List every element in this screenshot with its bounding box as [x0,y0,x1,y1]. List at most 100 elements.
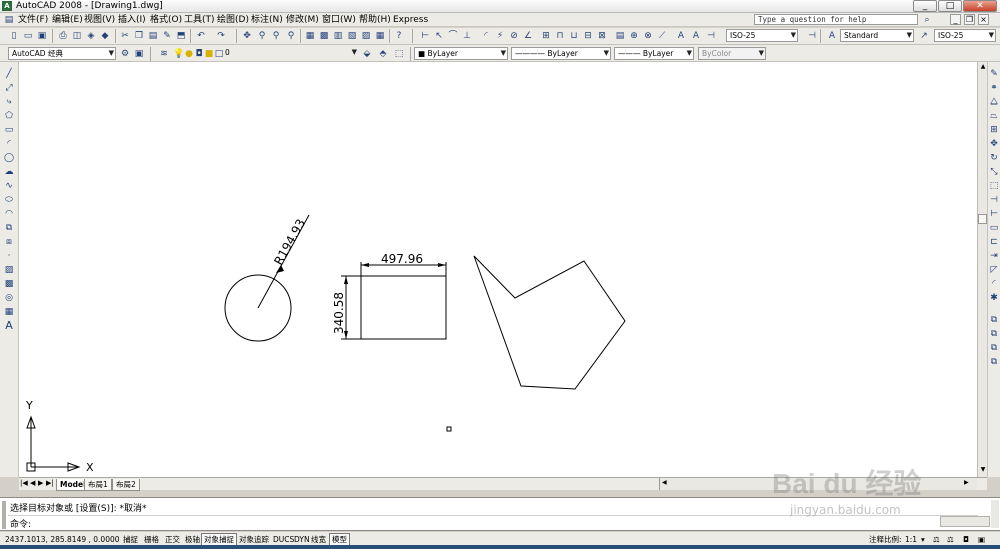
command-prompt[interactable]: 命令: [10,517,31,530]
help-icon[interactable]: ? [393,30,405,42]
scale-icon[interactable]: ⤡ [988,166,1000,178]
ellipse-icon[interactable]: ⬭ [3,194,15,206]
circle-icon[interactable]: ◯ [3,152,15,164]
line-icon[interactable]: ╱ [3,68,15,80]
menu-format[interactable]: 格式(O) [150,14,182,26]
tab-first-icon[interactable]: |◀ [20,479,28,487]
redo-icon[interactable]: ↷ [215,30,227,42]
sheet-set-icon[interactable]: ▧ [346,30,358,42]
3d-dwf-icon[interactable]: ◆ [99,30,111,42]
dim-update-icon[interactable]: ⊣ [705,30,717,42]
fillet-icon[interactable]: ◜ [988,278,1000,290]
workspace-settings-icon[interactable]: ⚙ [119,48,131,60]
workspace-select[interactable]: AutoCAD 经典 ▼ [8,47,116,60]
menu-draw[interactable]: 绘图(D) [217,14,249,26]
mleader-style-select[interactable]: ISO-25 ▼ [934,29,996,42]
draworder-front-icon[interactable]: ⧉ [988,314,1000,326]
erase-icon[interactable]: ✎ [988,68,1000,80]
point-icon[interactable]: · [3,250,15,262]
layer-manager-icon[interactable]: ≋ [158,48,170,60]
tab-layout1[interactable]: 布局1 [84,479,112,491]
zoom-previous-icon[interactable]: ⚲ [285,30,297,42]
menu-modify[interactable]: 修改(M) [286,14,319,26]
polygon-icon[interactable]: ⬠ [3,110,15,122]
explode-icon[interactable]: ✱ [988,292,1000,304]
menu-dimension[interactable]: 标注(N) [251,14,283,26]
draworder-under-icon[interactable]: ⧉ [988,356,1000,368]
menu-insert[interactable]: 插入(I) [118,14,146,26]
dim-radius-icon[interactable]: ◜ [480,30,492,42]
close-button[interactable]: ✕ [963,0,997,12]
tab-layout2[interactable]: 布局2 [112,479,140,491]
menu-window[interactable]: 窗口(W) [322,14,356,26]
block-editor-icon[interactable]: ⬒ [175,30,187,42]
help-search-input[interactable]: Type a question for help [754,14,918,25]
tolerance-icon[interactable]: ▤ [614,30,626,42]
dim-style-icon[interactable]: ⊣ [806,30,818,42]
linetype-select[interactable]: ———— ByLayer ▼ [511,47,611,60]
text-style-icon[interactable]: A [826,30,838,42]
trim-icon[interactable]: ⊣ [988,194,1000,206]
paste-icon[interactable]: ▤ [147,30,159,42]
new-icon[interactable]: ▯ [8,30,20,42]
minimize-button[interactable]: _ [913,0,937,12]
dim-style-select[interactable]: ISO-25 ▼ [726,29,798,42]
dim-diameter-icon[interactable]: ⊘ [508,30,520,42]
arc-icon[interactable]: ◜ [3,138,15,150]
menu-edit[interactable]: 编辑(E) [52,14,83,26]
doc-close-button[interactable]: × [978,14,989,25]
multiline-text-icon[interactable]: A [3,320,15,332]
doc-minimize-button[interactable]: _ [950,14,961,25]
hatch-icon[interactable]: ▨ [3,264,15,276]
design-center-icon[interactable]: ▩ [318,30,330,42]
scroll-left-arrow-icon[interactable]: ◀ [662,479,667,486]
layer-select[interactable]: 0 ▼ [222,47,358,60]
color-select[interactable]: ■ ByLayer ▼ [414,47,508,60]
dim-break-icon[interactable]: ⊠ [596,30,608,42]
tab-prev-icon[interactable]: ◀ [30,479,35,487]
dim-space-icon[interactable]: ⊟ [582,30,594,42]
copy-icon[interactable]: ❐ [133,30,145,42]
copy-object-icon[interactable]: ⚭ [988,82,1000,94]
maximize-button[interactable]: □ [938,0,962,12]
document-icon[interactable]: ▤ [3,14,15,26]
plot-icon[interactable]: ⎙ [57,30,69,42]
center-mark-icon[interactable]: ⊕ [628,30,640,42]
make-current-icon[interactable]: ⬙ [361,48,373,60]
region-icon[interactable]: ◎ [3,292,15,304]
join-icon[interactable]: ⇥ [988,250,1000,262]
cut-icon[interactable]: ✂ [119,30,131,42]
menu-tools[interactable]: 工具(T) [184,14,215,26]
table-icon[interactable]: ▦ [3,306,15,318]
open-icon[interactable]: ▭ [22,30,34,42]
preview-icon[interactable]: ◫ [71,30,83,42]
properties-icon[interactable]: ▦ [304,30,316,42]
layer-previous-icon[interactable]: ⬘ [377,48,389,60]
gradient-icon[interactable]: ▩ [3,278,15,290]
dim-ordinate-icon[interactable]: ⊥ [461,30,473,42]
tab-last-icon[interactable]: ▶| [46,479,54,487]
dim-jogged-icon[interactable]: ⚡ [494,30,506,42]
extend-icon[interactable]: ⊢ [988,208,1000,220]
menu-express[interactable]: Express [393,14,428,26]
revision-cloud-icon[interactable]: ☁ [3,166,15,178]
break-icon[interactable]: ⊏ [988,236,1000,248]
dimtedit-icon[interactable]: A [690,30,702,42]
rotate-icon[interactable]: ↻ [988,152,1000,164]
polyline-icon[interactable]: ⤷ [3,96,15,108]
tool-palettes-icon[interactable]: ▥ [332,30,344,42]
plotstyle-select[interactable]: ByColor ▼ [698,47,766,60]
spline-icon[interactable]: ∿ [3,180,15,192]
menu-help[interactable]: 帮助(H) [359,14,391,26]
quick-dim-icon[interactable]: ⊞ [540,30,552,42]
chamfer-icon[interactable]: ◸ [988,264,1000,276]
mleader-style-icon[interactable]: ↗ [918,30,930,42]
drawing-canvas[interactable]: R194.93 497.96 340.58 Y X [19,62,977,477]
pan-icon[interactable]: ✥ [241,30,253,42]
doc-restore-button[interactable]: ❐ [964,14,975,25]
jogged-linear-icon[interactable]: ⟋ [656,30,668,42]
offset-icon[interactable]: ⏢ [988,110,1000,122]
array-icon[interactable]: ⊞ [988,124,1000,136]
dim-linear-icon[interactable]: ⊢ [419,30,431,42]
command-scrollbar[interactable] [940,516,990,527]
